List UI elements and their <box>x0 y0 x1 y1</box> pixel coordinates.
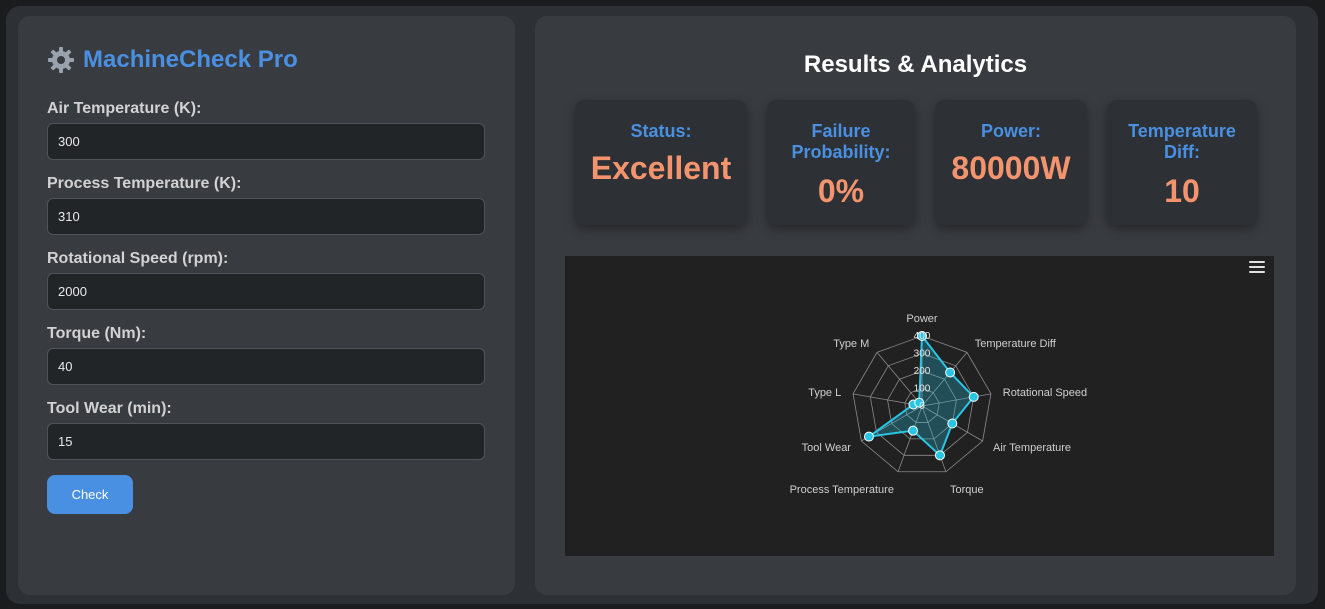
temperature-diff-value: 10 <box>1164 173 1200 209</box>
rotational-speed-input[interactable] <box>47 273 485 310</box>
temperature-diff-card: Temperature Diff: 10 <box>1107 100 1257 225</box>
process-temperature-input[interactable] <box>47 198 485 235</box>
radar-chart-svg: 0 100 200 300 400 Power Temperature Diff Rotati… <box>790 313 1088 496</box>
radar-tick-label: 0 <box>919 401 925 412</box>
radar-spoke <box>876 352 923 407</box>
radar-tick-label: 100 <box>914 384 931 395</box>
tool-wear-input[interactable] <box>47 423 485 460</box>
radar-category-label: Type M <box>833 338 869 350</box>
rotational-speed-label: Rotational Speed (rpm): <box>47 250 229 267</box>
check-button[interactable]: Check <box>47 475 133 514</box>
gear-icon <box>48 47 74 73</box>
radar-category-label: Torque <box>950 484 984 496</box>
radar-category-label: Air Temperature <box>993 442 1071 454</box>
failure-probability-value: 0% <box>817 173 865 209</box>
status-label: Status: <box>630 121 692 141</box>
radar-tick-label: 400 <box>914 331 931 342</box>
results-panel: Results & Analytics Status: Excellent Fa… <box>535 16 1296 595</box>
radar-chart: 0 100 200 300 400 Power Temperature Diff Rotati… <box>565 256 1274 556</box>
radar-data-point <box>934 450 945 461</box>
radar-data-point <box>863 431 874 442</box>
results-title: Results & Analytics <box>803 51 1028 78</box>
radar-data-point <box>945 367 956 378</box>
power-value: 80000W <box>951 150 1071 186</box>
torque-label: Torque (Nm): <box>47 325 147 342</box>
radar-category-label: Rotational Speed <box>1003 387 1087 399</box>
radar-data-point <box>968 391 979 402</box>
process-temperature-label: Process Temperature (K): <box>47 175 242 192</box>
failure-probability-card: Failure Probability: 0% <box>767 100 915 225</box>
radar-category-label: Process Temperature <box>790 484 894 496</box>
chart-menu-icon[interactable] <box>1249 261 1265 275</box>
status-card: Status: Excellent <box>575 100 747 225</box>
failure-probability-label: Failure Probability: <box>791 121 891 162</box>
radar-tick-label: 200 <box>914 366 931 377</box>
radar-tick-label: 300 <box>914 349 931 360</box>
radar-data-point <box>908 425 919 436</box>
air-temperature-label: Air Temperature (K): <box>47 100 202 117</box>
app-shell: MachineCheck Pro Air Temperature (K): Pr… <box>6 6 1318 604</box>
status-value: Excellent <box>590 150 732 186</box>
radar-category-label: Type L <box>808 387 841 399</box>
radar-category-label: Power <box>906 313 938 325</box>
temperature-diff-label: Temperature Diff: <box>1128 121 1236 162</box>
app-title: MachineCheck Pro <box>47 46 298 74</box>
radar-data-point <box>947 418 958 429</box>
power-label: Power: <box>980 121 1041 141</box>
power-card: Power: 80000W <box>935 100 1087 225</box>
air-temperature-input[interactable] <box>47 123 485 160</box>
radar-category-label: Tool Wear <box>802 442 852 454</box>
torque-input[interactable] <box>47 348 485 385</box>
tool-wear-label: Tool Wear (min): <box>47 400 172 417</box>
input-panel: MachineCheck Pro Air Temperature (K): Pr… <box>18 16 515 595</box>
app-title-text: MachineCheck Pro <box>83 46 298 73</box>
radar-category-label: Temperature Diff <box>975 338 1057 350</box>
